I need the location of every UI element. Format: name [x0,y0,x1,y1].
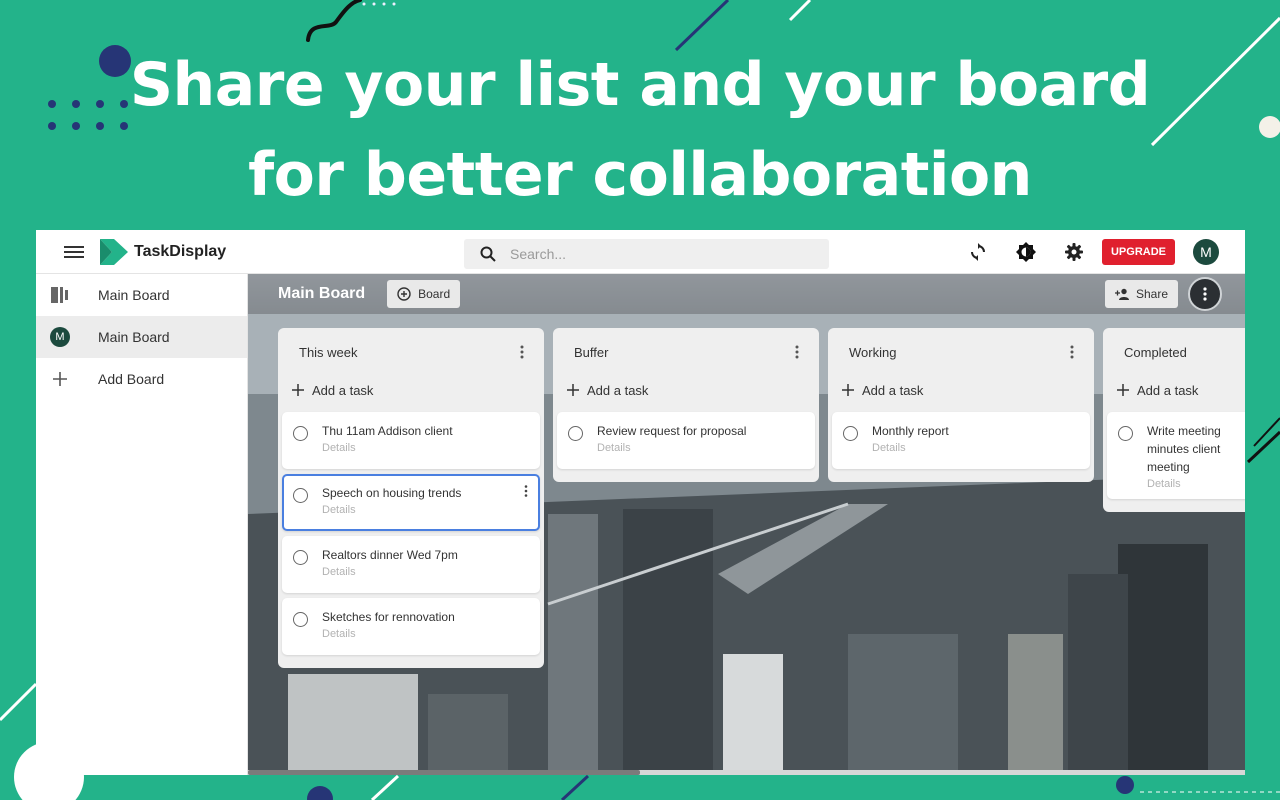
promo-headline: Share your list and your board for bette… [0,40,1280,220]
column-title: This week [299,344,358,360]
column-menu-icon[interactable] [1064,342,1080,362]
sidebar-item-main-board-shared[interactable]: M Main Board [36,316,247,358]
user-avatar[interactable]: M [1193,239,1219,265]
task-details-link[interactable]: Details [872,442,949,454]
board-column: Completed Add a task Write meeting minut… [1103,328,1245,512]
task-details-link[interactable]: Details [597,442,746,454]
add-person-icon [1115,288,1129,300]
column-menu-icon[interactable] [789,342,805,362]
sync-icon[interactable] [964,238,992,266]
sidebar-item-main-board[interactable]: Main Board [36,274,247,316]
share-label: Share [1136,287,1169,301]
task-card-selected[interactable]: Speech on housing trends Details [282,474,540,531]
plus-icon [50,369,70,389]
add-task-label: Add a task [1137,382,1199,398]
board-view-icon [50,285,70,305]
board-area: Main Board Board Share This week Add a t… [248,274,1245,775]
task-title: Monthly report [872,424,949,438]
top-bar: TaskDisplay Search... UPGRADE M [36,230,1245,274]
upgrade-button[interactable]: UPGRADE [1101,239,1175,265]
scrollbar-thumb[interactable] [248,770,640,775]
sidebar-item-label: Main Board [98,287,170,303]
gear-icon[interactable] [1060,238,1088,266]
board-column: Working Add a task Monthly report Detail… [828,328,1094,482]
search-input[interactable] [510,246,790,262]
task-checkbox[interactable] [293,612,308,627]
task-card[interactable]: Realtors dinner Wed 7pm Details [282,536,540,593]
task-details-link[interactable]: Details [322,628,455,640]
column-menu-icon[interactable] [514,342,530,362]
brightness-icon[interactable] [1012,238,1040,266]
sidebar-item-label: Add Board [98,371,165,387]
headline-line-2: for better collaboration [248,140,1032,210]
sidebar: Main Board M Main Board Add Board [36,274,248,775]
add-task-button[interactable]: Add a task [828,376,1094,404]
column-title: Buffer [574,344,609,360]
add-circle-icon [397,287,411,301]
plus-icon [567,384,579,396]
task-checkbox[interactable] [843,426,858,441]
task-title: Sketches for rennovation [322,610,455,624]
add-task-button[interactable]: Add a task [1103,376,1245,404]
board-header: Main Board Board Share [248,274,1245,314]
task-card[interactable]: Thu 11am Addison client Details [282,412,540,469]
app-logo[interactable]: TaskDisplay [100,238,227,265]
column-title: Working [849,344,897,360]
decor-circle [1116,776,1134,794]
task-checkbox[interactable] [1118,426,1133,441]
horizontal-scrollbar[interactable] [248,770,1245,775]
board-title: Main Board [278,285,366,302]
task-title: Review request for proposal [597,424,747,438]
task-details-link[interactable]: Details [322,566,458,578]
search-bar [464,239,829,269]
task-card[interactable]: Review request for proposal Details [557,412,815,469]
hamburger-icon[interactable] [64,244,84,260]
add-task-button[interactable]: Add a task [278,376,544,404]
task-menu-icon[interactable] [524,484,528,502]
plus-icon [842,384,854,396]
task-card[interactable]: Monthly report Details [832,412,1090,469]
task-card[interactable]: Write meeting minutes client meeting Det… [1107,412,1245,499]
task-details-link[interactable]: Details [322,504,461,516]
headline-line-1: Share your list and your board [129,50,1151,120]
plus-icon [1117,384,1129,396]
search-icon [480,246,496,262]
share-button[interactable]: Share [1105,280,1179,308]
add-task-label: Add a task [312,382,374,398]
column-title: Completed [1124,344,1187,360]
board-view-label: Board [418,287,451,301]
task-checkbox[interactable] [568,426,583,441]
task-title: Thu 11am Addison client [322,424,453,438]
top-actions: UPGRADE M [964,238,1219,266]
add-task-label: Add a task [587,382,649,398]
task-title: Write meeting minutes client meeting [1147,424,1221,474]
task-title: Realtors dinner Wed 7pm [322,548,458,562]
task-checkbox[interactable] [293,488,308,503]
add-task-button[interactable]: Add a task [553,376,819,404]
board-column: Buffer Add a task Review request for pro… [553,328,819,482]
board-column: This week Add a task Thu 11am Addison cl… [278,328,544,668]
board-view-button[interactable]: Board [387,280,461,308]
sidebar-item-label: Main Board [98,329,170,345]
sidebar-item-add-board[interactable]: Add Board [36,358,247,400]
app-name: TaskDisplay [134,242,227,260]
avatar: M [50,327,70,347]
app-window: TaskDisplay Search... UPGRADE M Main Boa… [36,230,1245,775]
logo-mark-icon [100,238,128,265]
task-title: Speech on housing trends [322,486,462,500]
task-details-link[interactable]: Details [1147,478,1245,490]
task-checkbox[interactable] [293,426,308,441]
add-task-label: Add a task [862,382,924,398]
task-card[interactable]: Sketches for rennovation Details [282,598,540,655]
board-more-options-icon[interactable] [1188,277,1222,311]
plus-icon [292,384,304,396]
task-details-link[interactable]: Details [322,442,453,454]
task-checkbox[interactable] [293,550,308,565]
